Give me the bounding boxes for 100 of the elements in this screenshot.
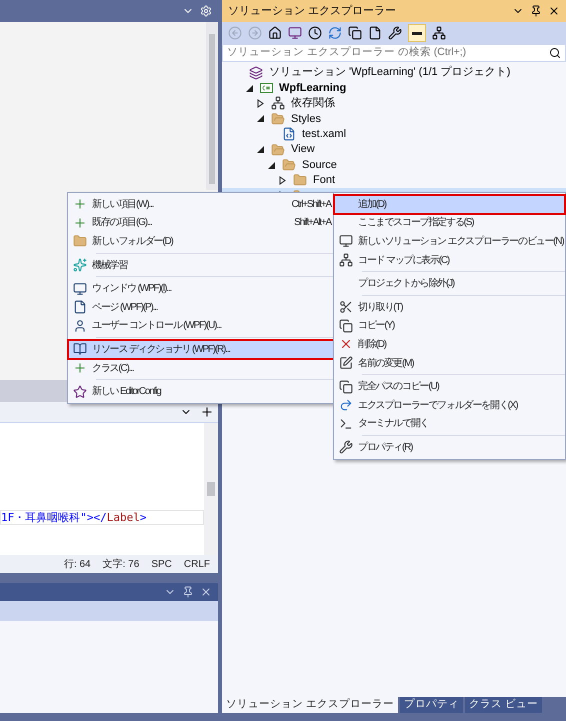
sparkle-icon [73, 258, 87, 272]
menu-item[interactable]: エクスプローラーでフォルダーを開く(X) [334, 396, 565, 415]
project-icon [260, 83, 273, 94]
menu-item[interactable]: ページ (WPF)(P)... [68, 298, 335, 317]
status-text: 文字: 76 [102, 558, 140, 572]
expanded-caret-icon[interactable] [257, 146, 264, 154]
tab[interactable]: クラス ビュー [464, 697, 542, 713]
close-icon [200, 586, 212, 598]
status-text: CRLF [184, 558, 210, 572]
solution-icon [249, 66, 263, 80]
menu-item[interactable]: 名前の変更(M) [334, 354, 565, 372]
tree-item-label: Styles [291, 112, 321, 127]
menu-item[interactable]: コピー(Y) [334, 316, 565, 336]
existing-item-icon [73, 216, 87, 230]
tree-item-label: WpfLearning [279, 80, 346, 96]
folder-icon [271, 112, 285, 126]
menu-item[interactable]: リソース ディクショナリ (WPF)(R)... [68, 340, 335, 359]
settings-icon [200, 5, 212, 17]
class-icon [73, 361, 87, 376]
menu-item[interactable]: ここまでスコープ指定する(S) [334, 214, 565, 232]
tree-item[interactable]: test.xaml [222, 126, 566, 142]
clock-icon [308, 26, 322, 40]
book-icon [73, 342, 87, 356]
tree-item[interactable]: 依存関係 [222, 96, 566, 112]
rename-icon [339, 356, 353, 370]
search-field[interactable]: ソリューション エクスプローラー の検索 (Ctrl+;) [222, 44, 566, 62]
tree-item-label: 依存関係 [291, 96, 335, 112]
wrench-icon [388, 26, 402, 40]
copy-icon [348, 26, 362, 40]
tree-item-label: Font [313, 173, 336, 188]
terminal-icon [339, 416, 353, 431]
window-icon [339, 234, 353, 248]
tree-item[interactable]: Styles [222, 111, 566, 127]
tree-item[interactable]: Source [222, 157, 566, 173]
folder-icon [271, 142, 285, 157]
tree-item[interactable]: View [222, 142, 566, 158]
tab[interactable]: プロパティ [400, 697, 463, 713]
menu-item[interactable]: 新しいフォルダー(D) [68, 232, 335, 251]
search-icon [549, 47, 561, 59]
toggle-button[interactable] [408, 24, 426, 42]
copy-icon [339, 318, 353, 333]
shortcut-text: Ctrl+Shift+A [291, 198, 331, 212]
scissors-icon [339, 300, 353, 314]
menu-item[interactable]: 機械学習 [68, 256, 335, 274]
wrench-icon [339, 440, 353, 454]
redo-arrow-icon [339, 398, 353, 412]
dependencies-icon [271, 96, 285, 110]
home-icon [268, 26, 282, 40]
menu-item[interactable]: 新しいソリューション エクスプローラーのビュー(N) [334, 232, 565, 251]
menu-item[interactable]: ユーザー コントロール (WPF)(U)... [68, 316, 335, 336]
expanded-caret-icon[interactable] [246, 84, 253, 92]
split-icon [200, 405, 214, 419]
file-icon [282, 127, 296, 142]
menu-item[interactable]: 新しい EditorConfig [68, 382, 335, 401]
menu-item[interactable]: 完全パスのコピー(U) [334, 377, 565, 396]
close-icon [548, 5, 560, 17]
menu-item[interactable]: ウィンドウ (WPF)(I)... [68, 279, 335, 298]
menu-item[interactable]: 切り取り(T) [334, 298, 565, 317]
back-icon [228, 26, 242, 40]
menu-item[interactable]: クラス(C)... [68, 358, 335, 378]
menu-item[interactable]: 新しい項目(W)... Ctrl+Shift+A [68, 195, 335, 214]
menu-item[interactable]: コード マップに表示(C) [334, 250, 565, 270]
menu-item[interactable]: 追加(D) [334, 195, 565, 214]
menu-item[interactable]: 既存の項目(G)... Shift+Alt+A [68, 214, 335, 232]
folder-icon [282, 158, 296, 172]
tree-item-label: View [291, 142, 315, 158]
tree-item[interactable]: Font [222, 172, 566, 188]
user-icon [73, 318, 87, 333]
folder-icon [293, 173, 307, 188]
panel-title: ソリューション エクスプローラー [228, 4, 398, 19]
menu-item[interactable]: プロパティ(R) [334, 438, 565, 457]
shortcut-text: Shift+Alt+A [294, 216, 331, 230]
refresh-icon [328, 26, 342, 40]
file-icon [368, 26, 382, 40]
tree-item[interactable]: ソリューション 'WpfLearning' (1/1 プロジェクト) [222, 65, 566, 80]
pin-icon [530, 5, 542, 17]
menu-item[interactable]: ターミナルで開く [334, 414, 565, 434]
tree-item[interactable]: WpfLearning [222, 80, 566, 96]
status-text: SPC [151, 558, 172, 572]
tree-item-label: test.xaml [302, 127, 346, 142]
folder-icon [73, 234, 87, 248]
collapsed-caret-icon[interactable] [257, 98, 264, 108]
window-icon [288, 26, 302, 40]
menu-item[interactable]: プロジェクトから除外(J) [334, 274, 565, 293]
tab[interactable]: ソリューション エクスプローラー [222, 697, 398, 713]
menu-item[interactable]: 削除(D) [334, 335, 565, 354]
tree-item-label: Source [302, 158, 337, 173]
code-map-icon [339, 253, 353, 268]
code-map-icon [432, 26, 446, 40]
expanded-caret-icon[interactable] [268, 162, 275, 169]
page-icon [73, 300, 87, 314]
expanded-caret-icon[interactable] [257, 115, 264, 122]
forward-icon [248, 26, 262, 40]
status-text: 行: 64 [64, 558, 91, 572]
collapsed-caret-icon[interactable] [279, 176, 286, 185]
new-item-icon [73, 197, 87, 212]
tree-item-label: ソリューション 'WpfLearning' (1/1 プロジェクト) [269, 64, 510, 80]
pin-icon [182, 586, 194, 598]
copy-icon [339, 380, 353, 394]
star-icon [73, 384, 87, 399]
